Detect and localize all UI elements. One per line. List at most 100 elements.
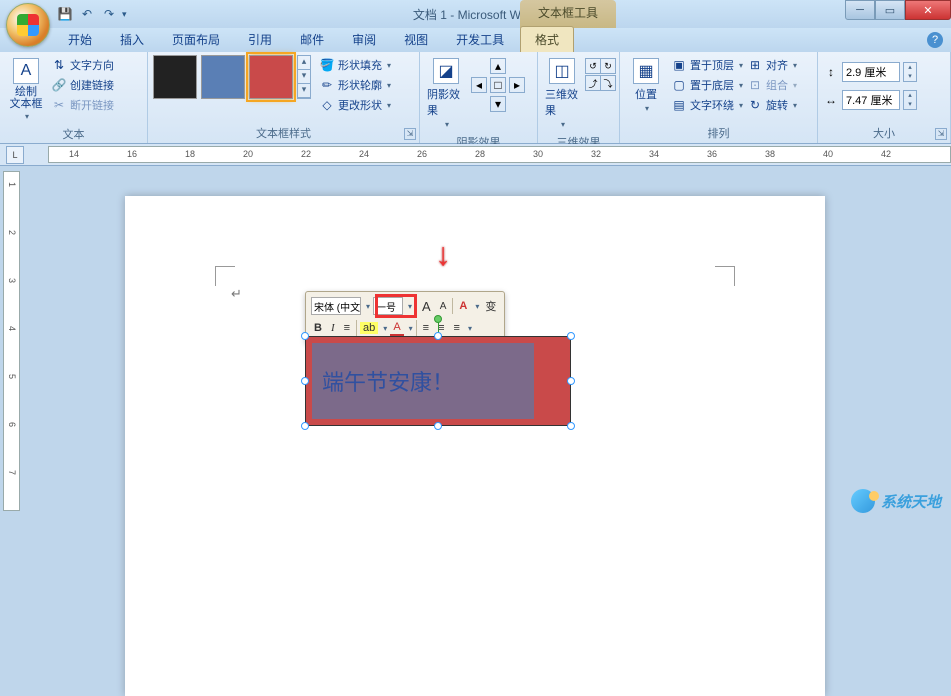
font-family-combo[interactable]: 宋体 (中文 [311, 297, 361, 315]
redo-icon[interactable]: ↷ [100, 5, 118, 23]
handle-e[interactable] [567, 377, 575, 385]
watermark-icon [851, 489, 875, 513]
front-icon: ▣ [671, 57, 687, 73]
ruler-corner[interactable]: L [6, 146, 24, 164]
width-input[interactable]: 7.47 厘米 [842, 90, 900, 110]
shadow-icon: ◪ [433, 58, 459, 84]
tab-format[interactable]: 格式 [520, 26, 574, 52]
vertical-ruler[interactable]: 1234567 [3, 171, 20, 511]
shape-outline-button[interactable]: ✏形状轮廓▾ [319, 75, 391, 95]
change-shape-icon: ◇ [319, 97, 335, 113]
nudge-down-icon[interactable]: ▾ [490, 96, 506, 112]
create-link-button[interactable]: 🔗创建链接 [51, 75, 114, 95]
size-dialog-launcher[interactable]: ⇲ [935, 128, 947, 140]
group-size-label: 大小 [823, 123, 945, 143]
tilt-2-icon[interactable]: ↻ [600, 58, 616, 74]
help-icon[interactable]: ? [927, 32, 943, 48]
style-swatch-1[interactable] [153, 55, 197, 99]
tab-view[interactable]: 视图 [390, 27, 442, 52]
save-icon[interactable]: 💾 [56, 5, 74, 23]
nudge-left-icon[interactable]: ◂ [471, 77, 487, 93]
rotation-handle[interactable] [434, 315, 442, 323]
textbox-content[interactable]: 端午节安康！ [312, 343, 534, 419]
grow-font-button[interactable]: A [419, 298, 434, 315]
shape-fill-button[interactable]: 🪣形状填充▾ [319, 55, 391, 75]
chevron-down-icon: ▾ [25, 112, 29, 121]
height-icon: ↕ [823, 64, 839, 80]
width-spinner[interactable]: ▴▾ [903, 90, 917, 110]
undo-icon[interactable]: ↶ [78, 5, 96, 23]
selected-textbox[interactable]: 端午节安康！ [305, 336, 571, 426]
highlight-button[interactable]: ab [360, 322, 378, 334]
group-arrange-label: 排列 [625, 123, 812, 143]
rotate-button[interactable]: ↻旋转▾ [747, 95, 797, 115]
send-back-button[interactable]: ▢置于底层▾ [671, 75, 743, 95]
break-link-button[interactable]: ✂断开链接 [51, 95, 114, 115]
style-swatch-3[interactable] [249, 55, 293, 99]
text-direction-button[interactable]: ⇅文字方向 [51, 55, 114, 75]
document-page[interactable]: ↵ ↓ 宋体 (中文▾ 一号▾ A A A▾ 变 B I [125, 196, 825, 696]
bullets-button[interactable]: ≡ [451, 321, 463, 335]
tab-references[interactable]: 引用 [234, 27, 286, 52]
wrap-icon: ▤ [671, 97, 687, 113]
handle-w[interactable] [301, 377, 309, 385]
ribbon-tabs: 开始 插入 页面布局 引用 邮件 审阅 视图 开发工具 格式 ? [0, 28, 951, 52]
handle-ne[interactable] [567, 332, 575, 340]
tab-home[interactable]: 开始 [54, 27, 106, 52]
office-button[interactable] [6, 3, 50, 47]
tab-mail[interactable]: 邮件 [286, 27, 338, 52]
tab-review[interactable]: 审阅 [338, 27, 390, 52]
handle-se[interactable] [567, 422, 575, 430]
text-direction-icon: ⇅ [51, 57, 67, 73]
nudge-right-icon[interactable]: ▸ [509, 77, 525, 93]
change-shape-button[interactable]: ◇更改形状▾ [319, 95, 391, 115]
3d-icon: ◫ [549, 58, 575, 84]
tilt-4-icon[interactable]: ⤵ [600, 75, 616, 91]
back-icon: ▢ [671, 77, 687, 93]
bring-front-button[interactable]: ▣置于顶层▾ [671, 55, 743, 75]
handle-n[interactable] [434, 332, 442, 340]
tilt-1-icon[interactable]: ↺ [585, 58, 601, 74]
align-button[interactable]: ⊞对齐▾ [747, 55, 797, 75]
center-button[interactable]: ≡ [341, 321, 353, 335]
textbox-style-gallery[interactable]: ▴▾▾ [153, 55, 311, 99]
draw-textbox-button[interactable]: A 绘制 文本框 ▾ [5, 55, 47, 124]
margin-corner-tl [215, 266, 235, 286]
group-text-label: 文本 [5, 124, 142, 144]
handle-s[interactable] [434, 422, 442, 430]
watermark: 系统天地 [851, 489, 941, 513]
font-color-button[interactable]: A [390, 320, 403, 337]
nudge-center-icon[interactable]: □ [490, 77, 506, 93]
height-spinner[interactable]: ▴▾ [903, 62, 917, 82]
gallery-scroll[interactable]: ▴▾▾ [297, 55, 311, 99]
link-icon: 🔗 [51, 77, 67, 93]
nudge-up-icon[interactable]: ▴ [490, 58, 506, 74]
3d-effects-button[interactable]: ◫ 三维效果 ▾ [543, 55, 581, 132]
height-input[interactable]: 2.9 厘米 [842, 62, 900, 82]
close-button[interactable]: ✕ [905, 0, 951, 20]
handle-sw[interactable] [301, 422, 309, 430]
shrink-font-button[interactable]: A [437, 300, 450, 313]
tilt-3-icon[interactable]: ⤴ [585, 75, 601, 91]
styles-dialog-launcher[interactable]: ⇲ [404, 128, 416, 140]
group-button[interactable]: ⊡组合▾ [747, 75, 797, 95]
decrease-indent-button[interactable]: ≡ [420, 321, 432, 335]
qat-customize-icon[interactable]: ▾ [122, 9, 132, 20]
tab-insert[interactable]: 插入 [106, 27, 158, 52]
style-swatch-2[interactable] [201, 55, 245, 99]
horizontal-ruler[interactable]: 141618202224262830323436384042 [48, 146, 951, 163]
minimize-button[interactable]: ─ [845, 0, 875, 20]
quick-style-button[interactable]: A [456, 299, 470, 313]
text-wrap-button[interactable]: ▤文字环绕▾ [671, 95, 743, 115]
bold-button[interactable]: B [311, 321, 325, 335]
shadow-effects-button[interactable]: ◪ 阴影效果 ▾ [425, 55, 467, 132]
position-button[interactable]: ▦ 位置 ▾ [625, 55, 667, 116]
italic-button[interactable]: I [328, 321, 338, 335]
maximize-button[interactable]: ▭ [875, 0, 905, 20]
position-icon: ▦ [633, 58, 659, 84]
annotation-arrow: ↓ [435, 236, 451, 273]
tab-developer[interactable]: 开发工具 [442, 27, 518, 52]
format-painter-button[interactable]: 变 [482, 297, 499, 315]
tab-layout[interactable]: 页面布局 [158, 27, 234, 52]
handle-nw[interactable] [301, 332, 309, 340]
